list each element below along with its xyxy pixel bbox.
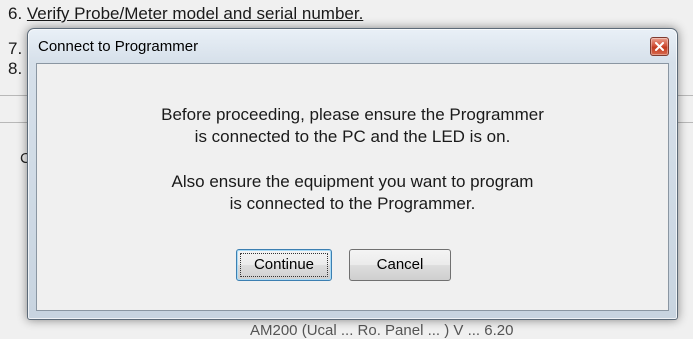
close-button[interactable]	[650, 37, 669, 56]
dialog-title: Connect to Programmer	[38, 38, 199, 55]
background-step-8-number: 8.	[8, 59, 23, 78]
background-step-7-number: 7.	[8, 39, 23, 58]
dialog-message-line: is connected to the Programmer.	[229, 194, 476, 213]
close-icon	[655, 42, 664, 51]
dialog-message-line: Also ensure the equipment you want to pr…	[171, 172, 534, 191]
cancel-button-label: Cancel	[376, 256, 424, 273]
connect-to-programmer-dialog: Connect to Programmer Before proceeding,…	[27, 28, 678, 320]
dialog-message-line: Before proceeding, please ensure the Pro…	[161, 105, 544, 124]
background-step-6: 6. Verify Probe/Meter model and serial n…	[8, 4, 363, 24]
continue-button-label: Continue	[253, 256, 315, 273]
background-bottom-text: AM200 (Ucal ... Ro. Panel ... ) V ... 6.…	[250, 322, 514, 339]
background-step-6-number: 6.	[8, 4, 27, 23]
continue-button[interactable]: Continue	[236, 249, 332, 281]
background-step-6-text: Verify Probe/Meter model and serial numb…	[26, 4, 364, 23]
dialog-body: Before proceeding, please ensure the Pro…	[36, 63, 669, 311]
dialog-title-bar[interactable]: Connect to Programmer	[28, 29, 677, 63]
cancel-button[interactable]: Cancel	[349, 249, 451, 281]
dialog-message-line: is connected to the PC and the LED is on…	[194, 127, 511, 146]
